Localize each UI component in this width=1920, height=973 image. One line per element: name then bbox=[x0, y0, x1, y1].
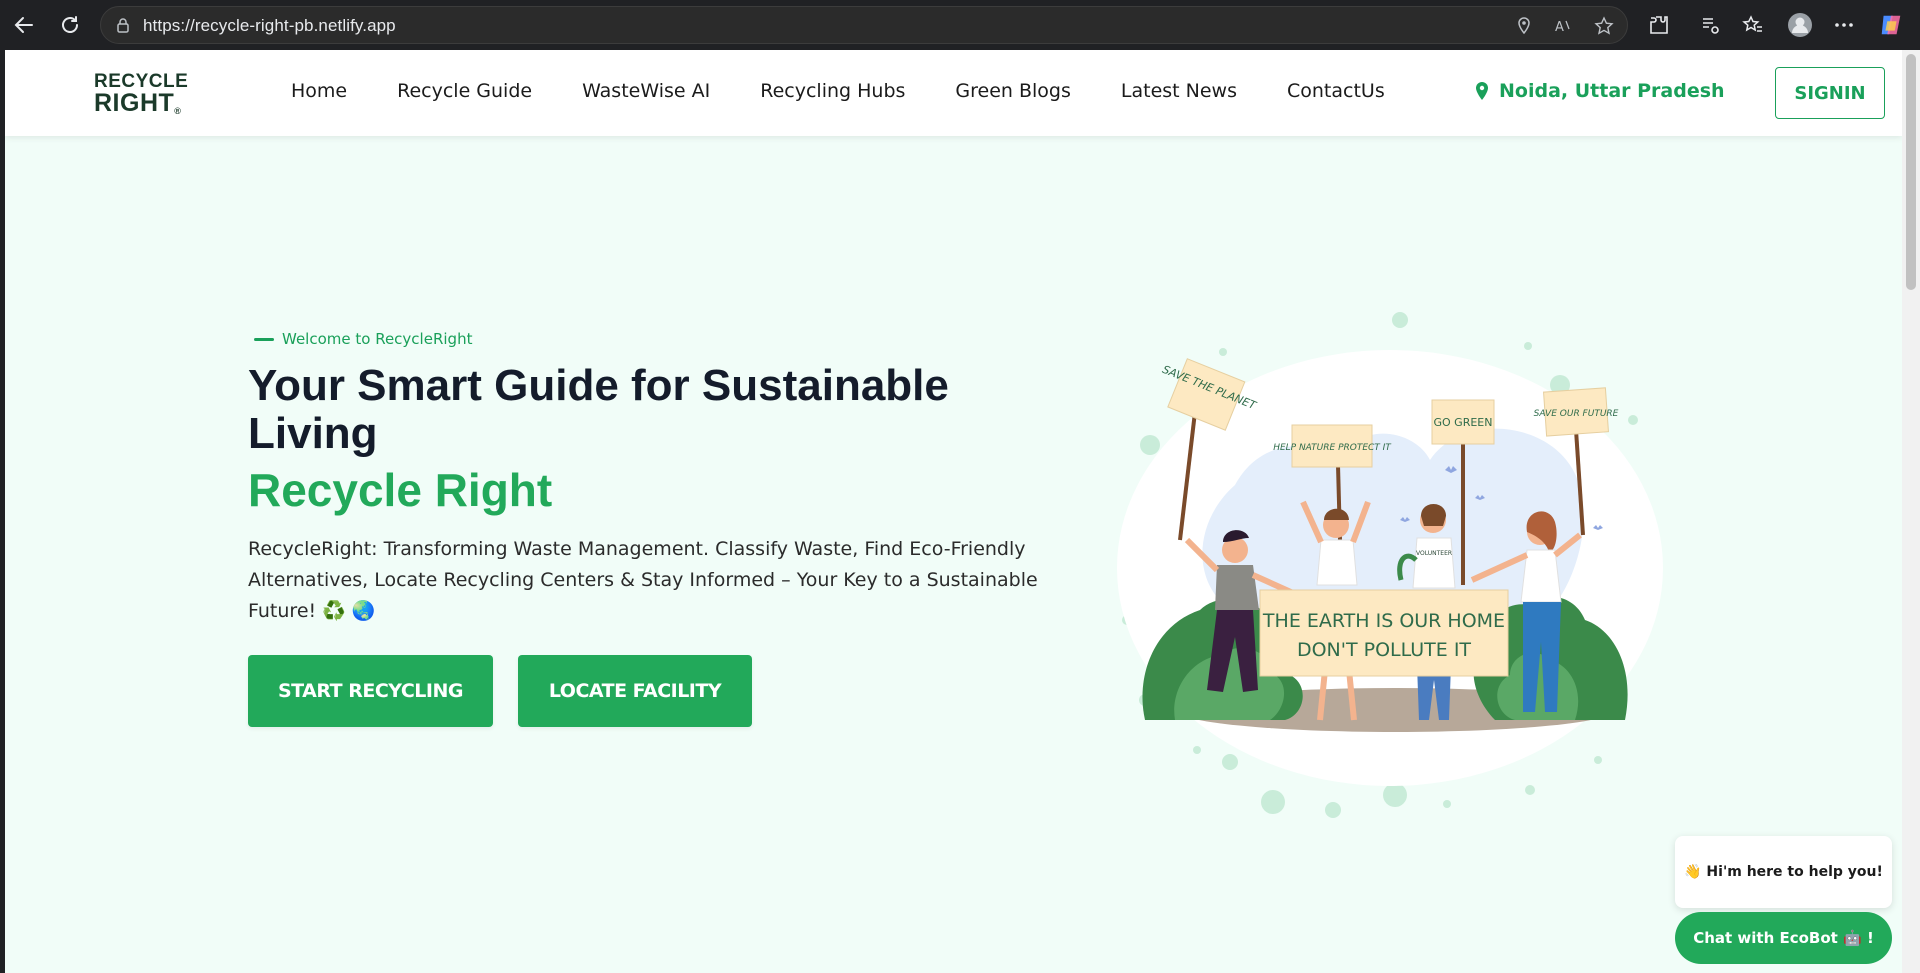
nav-home[interactable]: Home bbox=[291, 80, 347, 102]
main-nav: Home Recycle Guide WasteWise AI Recyclin… bbox=[291, 80, 1435, 102]
url-text[interactable]: https://recycle-right-pb.netlify.app bbox=[143, 16, 396, 36]
registered-mark: ® bbox=[174, 106, 182, 116]
browser-toolbar: https://recycle-right-pb.netlify.app A bbox=[0, 0, 1920, 50]
page: RECYCLE RIGHT® Home Recycle Guide WasteW… bbox=[5, 50, 1902, 973]
favorites-icon[interactable] bbox=[1740, 12, 1766, 38]
svg-text:A: A bbox=[1555, 20, 1564, 35]
protest-illustration: SAVE THE PLANET HELP NATURE PROTECT IT G… bbox=[1117, 312, 1663, 818]
location-selector[interactable]: Noida, Uttar Pradesh bbox=[1475, 80, 1725, 102]
welcome-text: Welcome to RecycleRight bbox=[282, 330, 473, 348]
nav-contact-us[interactable]: ContactUs bbox=[1287, 80, 1385, 102]
banner-line-1: THE EARTH IS OUR HOME bbox=[1262, 610, 1505, 632]
nav-recycle-guide[interactable]: Recycle Guide bbox=[397, 80, 532, 102]
extensions-icon[interactable] bbox=[1646, 12, 1672, 38]
nav-latest-news[interactable]: Latest News bbox=[1121, 80, 1237, 102]
map-pin-icon bbox=[1476, 82, 1488, 100]
media-control-icon[interactable] bbox=[1697, 12, 1723, 38]
sign-help-nature-text: HELP NATURE PROTECT IT bbox=[1273, 443, 1392, 453]
start-recycling-button[interactable]: START RECYCLING bbox=[248, 655, 493, 727]
reload-icon[interactable] bbox=[56, 11, 84, 39]
locate-facility-button[interactable]: LOCATE FACILITY bbox=[518, 655, 752, 727]
sign-go-green-text: GO GREEN bbox=[1434, 416, 1493, 429]
chat-with-ecobot-button[interactable]: Chat with EcoBot 🤖 ! bbox=[1675, 912, 1892, 964]
shirt-volunteer-text: VOLUNTEER bbox=[1416, 550, 1452, 557]
nav-wastewise-ai[interactable]: WasteWise AI bbox=[582, 80, 710, 102]
hero-title: Your Smart Guide for Sustainable Living bbox=[248, 361, 949, 458]
address-bar[interactable]: https://recycle-right-pb.netlify.app A bbox=[100, 6, 1628, 44]
nav-recycling-hubs[interactable]: Recycling Hubs bbox=[760, 80, 905, 102]
welcome-bar bbox=[254, 337, 274, 341]
sign-save-future-text: SAVE OUR FUTURE bbox=[1534, 409, 1619, 419]
logo-line-2-text: RIGHT bbox=[94, 89, 175, 117]
profile-avatar-icon[interactable] bbox=[1787, 12, 1813, 38]
copilot-icon[interactable] bbox=[1878, 12, 1904, 38]
hero-subtitle: Recycle Right bbox=[248, 464, 553, 516]
welcome-tag: Welcome to RecycleRight bbox=[254, 330, 472, 348]
logo-line-2: RIGHT® bbox=[94, 91, 188, 116]
more-menu-icon[interactable] bbox=[1831, 12, 1857, 38]
logo[interactable]: RECYCLE RIGHT® bbox=[94, 72, 188, 116]
hero-description: RecycleRight: Transforming Waste Managem… bbox=[248, 538, 1038, 622]
read-aloud-icon[interactable]: A bbox=[1553, 16, 1573, 36]
favorite-star-icon[interactable] bbox=[1594, 16, 1614, 36]
page-scrollbar[interactable] bbox=[1902, 50, 1920, 973]
location-text: Noida, Uttar Pradesh bbox=[1499, 80, 1725, 102]
signin-button[interactable]: SIGNIN bbox=[1775, 67, 1885, 119]
site-header: RECYCLE RIGHT® Home Recycle Guide WasteW… bbox=[5, 50, 1902, 136]
location-pin-icon[interactable] bbox=[1514, 16, 1534, 36]
earth-banner: THE EARTH IS OUR HOME DON'T POLLUTE IT bbox=[1259, 589, 1509, 677]
lock-icon bbox=[117, 18, 129, 33]
back-icon[interactable] bbox=[10, 11, 38, 39]
chat-greeting-bubble: 👋 Hi'm here to help you! bbox=[1675, 836, 1892, 908]
scrollbar-thumb[interactable] bbox=[1906, 54, 1916, 290]
banner-line-2: DON'T POLLUTE IT bbox=[1297, 639, 1471, 661]
nav-green-blogs[interactable]: Green Blogs bbox=[955, 80, 1070, 102]
